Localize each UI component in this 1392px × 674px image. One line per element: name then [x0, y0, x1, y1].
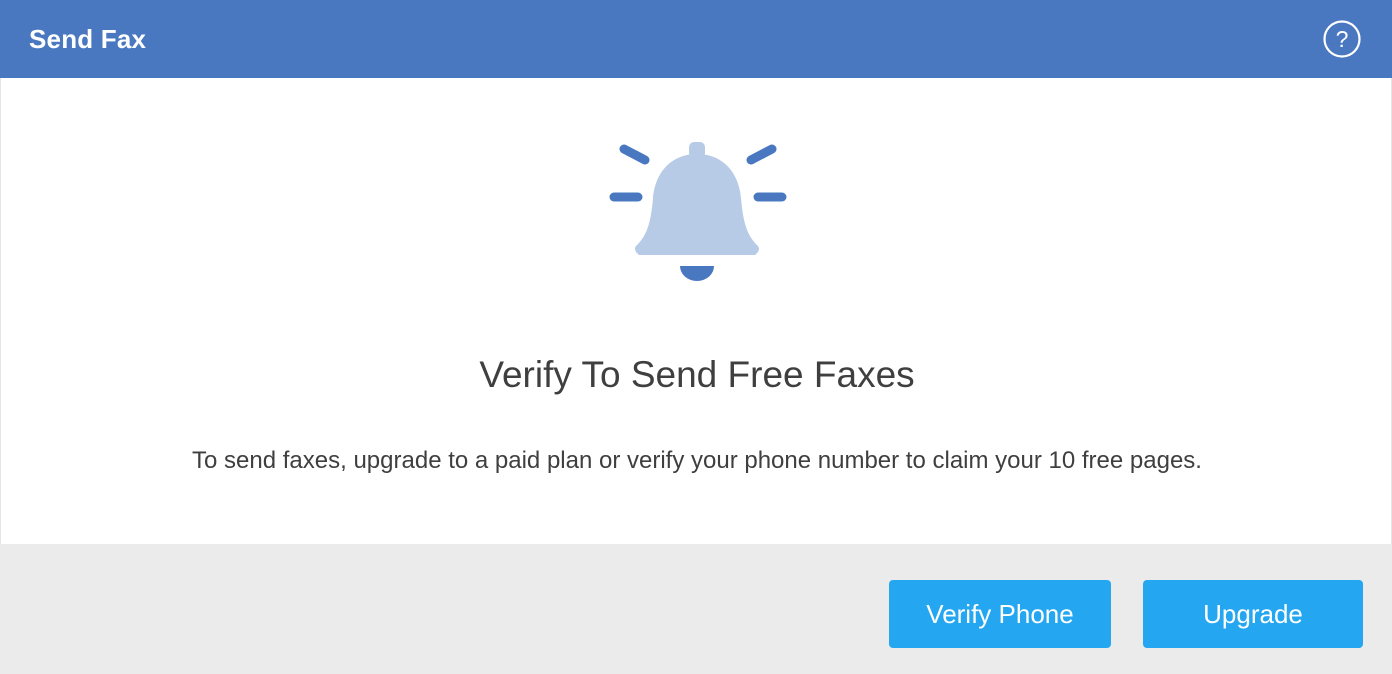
dialog-header: Send Fax ?: [0, 0, 1392, 78]
dialog-title: Send Fax: [29, 24, 147, 54]
question-circle-icon: ?: [1323, 20, 1361, 58]
help-button[interactable]: ?: [1323, 20, 1361, 58]
bell-ringing-icon: [609, 142, 787, 281]
svg-text:?: ?: [1336, 26, 1349, 52]
info-message: To send faxes, upgrade to a paid plan or…: [192, 447, 1202, 474]
upgrade-button[interactable]: Upgrade: [1143, 580, 1363, 648]
page-title: Verify To Send Free Faxes: [479, 354, 915, 395]
dialog-footer: Verify Phone Upgrade: [0, 544, 1392, 674]
verify-phone-button[interactable]: Verify Phone: [889, 580, 1111, 648]
send-fax-dialog: Send Fax ? Verify To Send Free Faxes To …: [0, 0, 1392, 674]
dialog-body: Verify To Send Free Faxes To send faxes,…: [0, 78, 1392, 544]
